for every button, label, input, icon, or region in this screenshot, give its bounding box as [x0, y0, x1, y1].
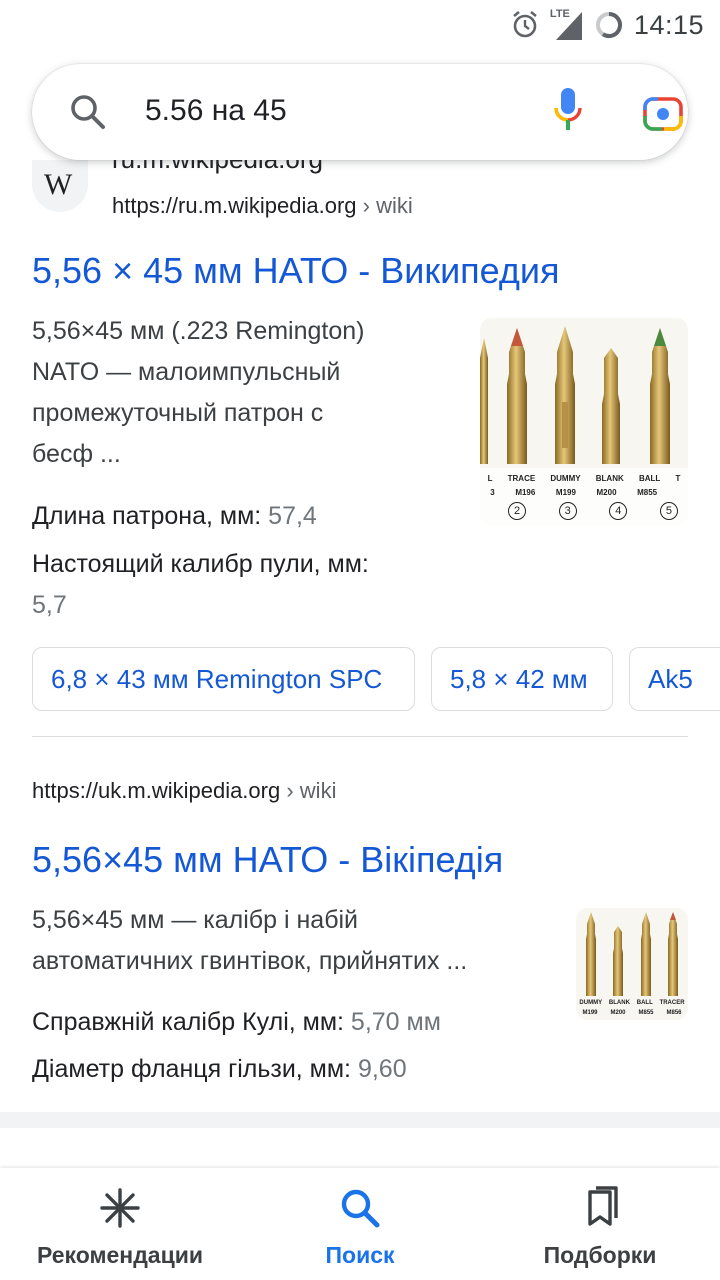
nav-recommendations[interactable]: Рекомендации — [0, 1168, 240, 1280]
bottom-nav: Рекомендации Поиск Подборки — [0, 1168, 720, 1280]
result1-snippet: 5,56×45 мм (.223 Remington) NATO — малои… — [32, 317, 365, 468]
lens-icon[interactable] — [642, 94, 684, 132]
result1-thumbnail[interactable]: L TRACE DUMMY BLANK BALL T 3 M196 M199 M… — [480, 318, 688, 526]
result2-title-link[interactable]: 5,56×45 мм НАТО - Вікіпедія — [32, 839, 503, 881]
thumb2-models: M199 M200 M855 M856 — [582, 1010, 682, 1016]
thumb-labels: L TRACE DUMMY BLANK BALL T — [487, 474, 681, 483]
battery-icon — [595, 11, 622, 38]
result2-fact-1: Справжній калібр Кулі, мм: 5,70 мм — [32, 1008, 441, 1036]
thumb2-labels: DUMMY BLANK BALL TRACER — [579, 1000, 685, 1006]
thumb-models: 3 M196 M199 M200 M855 — [490, 488, 658, 497]
search-icon[interactable] — [68, 92, 108, 132]
status-time: 14:15 — [633, 9, 704, 40]
nav-collections[interactable]: Подборки — [480, 1168, 720, 1280]
result2-fact-2: Діаметр фланця гільзи, мм: 9,60 — [32, 1055, 407, 1083]
result2-thumbnail[interactable]: DUMMY BLANK BALL TRACER M199 M200 M855 M… — [576, 908, 688, 1020]
result1-title-link[interactable]: 5,56 × 45 мм НАТО - Википедия — [32, 250, 560, 292]
result1-fact-2: Настоящий калибр пули, мм: 5,7 — [32, 550, 369, 619]
result2-crumb: › wiki — [286, 778, 337, 803]
thumb-numbers: 2 3 4 5 — [508, 502, 678, 520]
wikipedia-logo: W — [32, 160, 88, 212]
search-bar[interactable]: 5.56 на 45 — [32, 64, 688, 160]
collections-icon — [588, 1186, 618, 1226]
chip-ak5[interactable]: Ak5 — [629, 647, 720, 711]
asterisk-icon — [100, 1188, 140, 1228]
result2-url[interactable]: https://uk.m.wikipedia.org › wiki — [32, 778, 336, 804]
result1-crumb: › wiki — [362, 193, 413, 218]
chip-5-8x42[interactable]: 5,8 × 42 мм — [431, 647, 613, 711]
status-icons: LTE 14:15 — [510, 6, 704, 44]
result2-snippet: 5,56×45 мм — калібр і набій автоматичних… — [32, 906, 468, 975]
status-bar: LTE 14:15 — [0, 0, 720, 50]
nav-search[interactable]: Поиск — [240, 1168, 480, 1280]
alarm-icon — [513, 10, 537, 38]
search-input[interactable]: 5.56 на 45 — [145, 94, 287, 128]
cartridges-image-2 — [586, 912, 678, 996]
signal-icon: LTE — [550, 8, 584, 42]
search-icon — [341, 1189, 380, 1228]
result1-url[interactable]: https://ru.m.wikipedia.org › wiki — [112, 193, 413, 219]
section-separator — [0, 1112, 720, 1128]
chip-remington-spc[interactable]: 6,8 × 43 мм Remington SPC — [32, 647, 415, 711]
result-divider — [32, 736, 688, 737]
mic-icon[interactable] — [552, 86, 584, 134]
result1-fact-1: Длина патрона, мм: 57,4 — [32, 502, 317, 530]
site-name: ru.m.wikipedia.org — [100, 160, 500, 184]
